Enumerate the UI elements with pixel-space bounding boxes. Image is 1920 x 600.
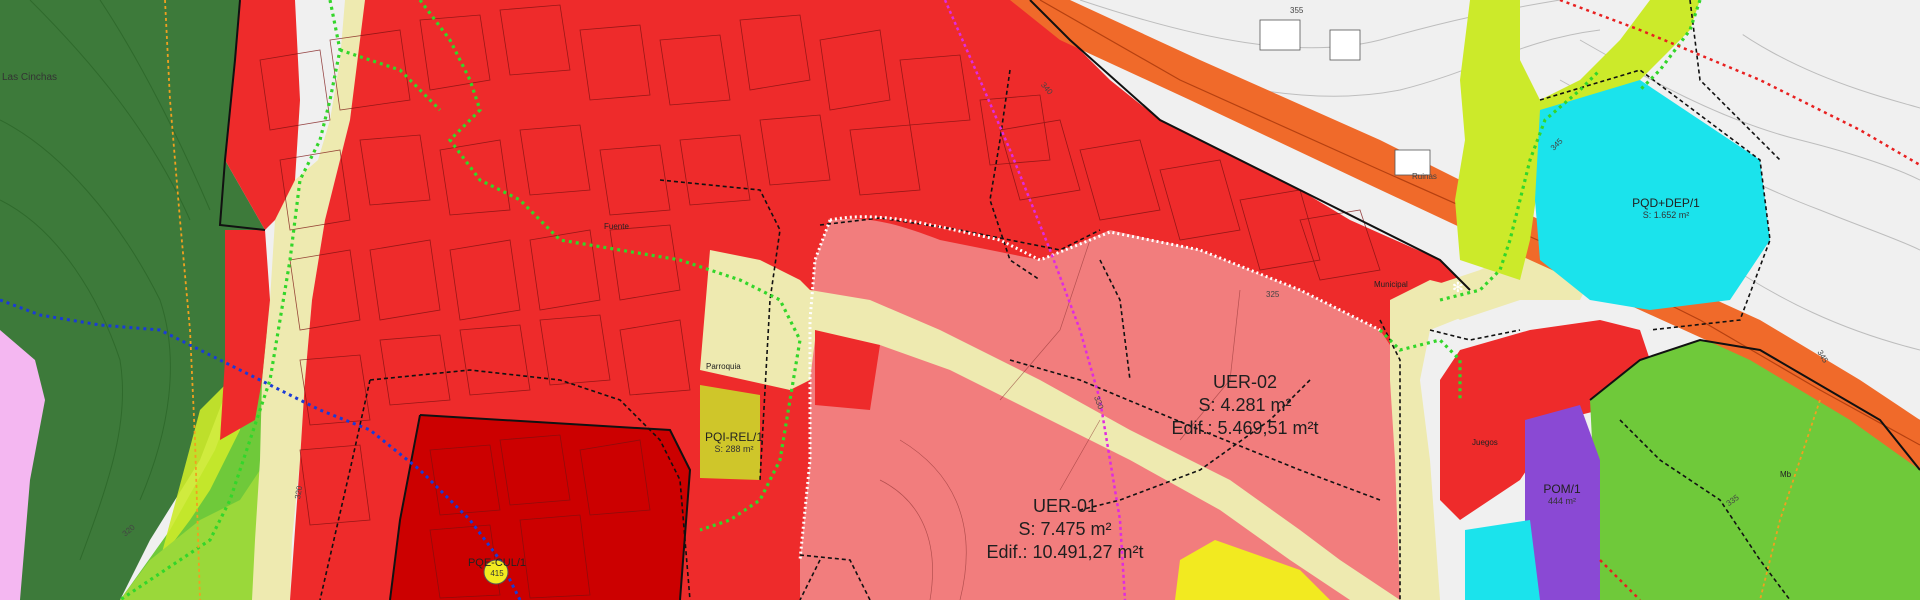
contour-label-325: 325 <box>1266 290 1280 299</box>
place-parroquia: Parroquia <box>706 362 741 371</box>
zone-pqi-rel1-label[interactable]: PQI-REL/1 S: 288 m² <box>692 430 776 454</box>
place-mb: Mb <box>1780 470 1792 479</box>
zone-uer02-name: UER-02 <box>1212 372 1278 392</box>
zone-pom1-surface: 444 m² <box>1547 496 1576 506</box>
zone-uer01-surface: S: 7.475 m² <box>1018 519 1112 539</box>
zone-uer02-surface: S: 4.281 m² <box>1198 395 1292 415</box>
zone-pqi-rel1-name: PQI-REL/1 <box>704 430 764 444</box>
place-fuente: Fuente <box>604 222 629 231</box>
zone-pqe-cul1-label[interactable]: PQE-CUL/1 415 <box>452 557 542 578</box>
zone-uer02-edif: Edif.: 5.469,51 m²t <box>1171 418 1319 438</box>
zone-uer01-edif: Edif.: 10.491,27 m²t <box>986 542 1144 562</box>
place-ruinas: Ruinas <box>1412 172 1437 181</box>
place-municipal: Municipal <box>1374 280 1408 289</box>
urban-planning-map[interactable]: ✻ Las Cinchas Ruinas Fuente Parroquia Mu… <box>0 0 1920 600</box>
asterisk-icon: ✻ <box>1452 280 1464 296</box>
contour-label-355: 355 <box>1290 6 1304 15</box>
zone-pom1-label[interactable]: POM/1 444 m² <box>1522 482 1602 506</box>
zone-pqd-dep1-surface: S: 1.652 m² <box>1642 210 1690 220</box>
zone-uer01-name: UER-01 <box>1032 496 1098 516</box>
zone-uer02-label[interactable]: UER-02 S: 4.281 m² Edif.: 5.469,51 m²t <box>1150 372 1340 439</box>
zone-pqd-dep1-label[interactable]: PQD+DEP/1 S: 1.652 m² <box>1606 196 1726 220</box>
place-las-cinchas: Las Cinchas <box>2 72 58 83</box>
cyan-zone-bottom[interactable] <box>1465 520 1540 600</box>
place-juegos: Juegos <box>1472 438 1498 447</box>
zone-pqe-cul1-name: PQE-CUL/1 <box>467 557 527 569</box>
zone-pqi-rel1-surface: S: 288 m² <box>714 444 754 454</box>
zone-pqd-dep1-name: PQD+DEP/1 <box>1632 196 1700 210</box>
zone-uer01-label[interactable]: UER-01 S: 7.475 m² Edif.: 10.491,27 m²t <box>950 496 1180 563</box>
zone-pqe-cul1-surface: 415 <box>490 569 504 578</box>
zone-pom1-name: POM/1 <box>1543 482 1581 496</box>
